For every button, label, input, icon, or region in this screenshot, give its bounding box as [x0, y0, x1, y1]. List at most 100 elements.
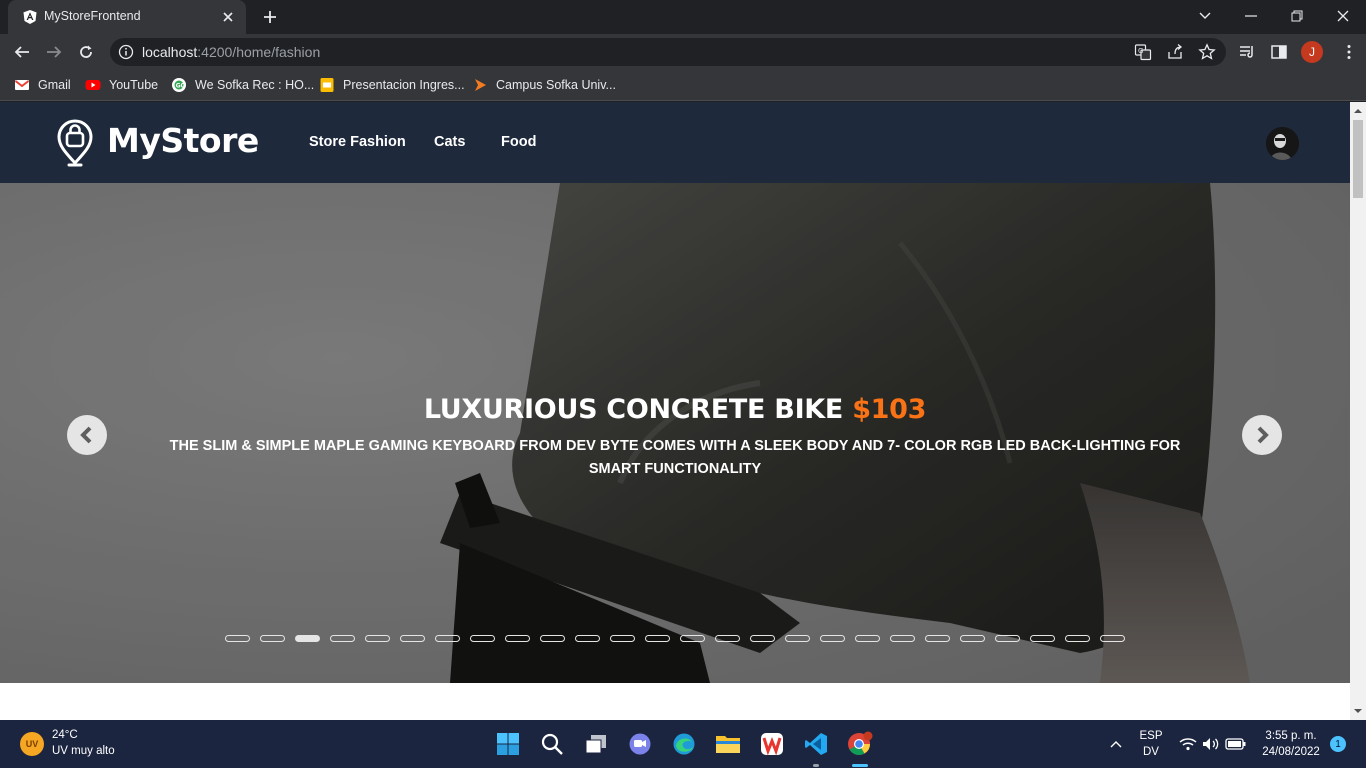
carousel-indicator-19[interactable]: [855, 635, 880, 642]
bookmark-gmail[interactable]: Gmail: [14, 76, 71, 94]
carousel-indicator-6[interactable]: [400, 635, 425, 642]
bookmark-star-icon[interactable]: [1198, 43, 1216, 61]
user-avatar[interactable]: [1266, 127, 1299, 160]
site-info-icon[interactable]: [118, 44, 134, 60]
browser-toolbar: localhost:4200/home/fashion G: [0, 34, 1366, 70]
slide-description: THE SLIM & SIMPLE MAPLE GAMING KEYBOARD …: [169, 438, 1181, 477]
scroll-down-icon[interactable]: [1353, 706, 1363, 716]
restore-icon[interactable]: [1274, 0, 1320, 32]
svg-text:GO: GO: [176, 82, 186, 89]
nav-link-cats[interactable]: Cats: [434, 134, 465, 150]
carousel-indicator-3[interactable]: [295, 635, 320, 642]
clock-time[interactable]: 3:55 p. m.: [1256, 730, 1326, 742]
address-bar[interactable]: localhost:4200/home/fashion G: [110, 38, 1226, 66]
carousel-indicator-21[interactable]: [925, 635, 950, 642]
carousel-indicator-16[interactable]: [750, 635, 775, 642]
carousel-prev-button[interactable]: [67, 415, 107, 455]
carousel-indicator-18[interactable]: [820, 635, 845, 642]
product-price: $103: [852, 394, 927, 425]
task-view-icon[interactable]: [582, 730, 610, 758]
carousel-indicator-17[interactable]: [785, 635, 810, 642]
reading-list-icon[interactable]: [1238, 43, 1256, 61]
weather-desc[interactable]: UV muy alto: [52, 745, 115, 757]
chrome-taskbar-icon[interactable]: [846, 730, 874, 758]
volume-icon[interactable]: [1201, 730, 1221, 758]
svg-text:G: G: [1138, 47, 1143, 55]
new-tab-icon[interactable]: [258, 6, 282, 28]
carousel-indicator-26[interactable]: [1100, 635, 1125, 642]
weather-uv-icon[interactable]: UV: [20, 732, 44, 756]
teams-chat-icon[interactable]: [626, 730, 654, 758]
edge-icon[interactable]: [670, 730, 698, 758]
notification-badge[interactable]: 1: [1330, 736, 1346, 752]
scrollbar-thumb[interactable]: [1353, 120, 1363, 198]
reload-icon[interactable]: [72, 38, 100, 66]
store-brand[interactable]: MyStore: [107, 121, 259, 160]
nav-link-food[interactable]: Food: [501, 134, 536, 150]
nav-link-store-fashion[interactable]: Store Fashion: [309, 134, 406, 150]
vscode-icon[interactable]: [802, 730, 830, 758]
bookmark-presentacion[interactable]: Presentacion Ingres...: [319, 76, 465, 94]
show-hidden-icons-chevron-icon[interactable]: [1104, 730, 1128, 758]
minimize-icon[interactable]: [1228, 0, 1274, 32]
file-explorer-icon[interactable]: [714, 730, 742, 758]
vscode-running-indicator: [813, 764, 819, 767]
carousel-indicator-10[interactable]: [540, 635, 565, 642]
store-logo-icon[interactable]: [56, 119, 94, 167]
clock-date[interactable]: 24/08/2022: [1256, 746, 1326, 758]
carousel-indicator-2[interactable]: [260, 635, 285, 642]
bookmark-youtube[interactable]: YouTube: [85, 76, 158, 94]
carousel-indicator-9[interactable]: [505, 635, 530, 642]
carousel-indicator-25[interactable]: [1065, 635, 1090, 642]
chevron-right-icon: [1257, 426, 1269, 444]
forward-icon[interactable]: [40, 38, 68, 66]
carousel-indicator-5[interactable]: [365, 635, 390, 642]
carousel-next-button[interactable]: [1242, 415, 1282, 455]
carousel-indicator-8[interactable]: [470, 635, 495, 642]
carousel-indicator-15[interactable]: [715, 635, 740, 642]
windows-start-icon[interactable]: [494, 730, 522, 758]
language-indicator[interactable]: ESP: [1138, 730, 1164, 742]
translate-icon[interactable]: G: [1134, 43, 1152, 61]
store-navbar: MyStore Store Fashion Cats Food: [0, 102, 1350, 183]
search-icon[interactable]: [538, 730, 566, 758]
bookmark-sofka-rec[interactable]: GO We Sofka Rec : HO...: [171, 76, 314, 94]
carousel-indicator-22[interactable]: [960, 635, 985, 642]
back-icon[interactable]: [8, 38, 36, 66]
carousel-indicator-14[interactable]: [680, 635, 705, 642]
slide-title: LUXURIOUS CONCRETE BIKE $103: [0, 394, 1350, 425]
chrome-menu-icon[interactable]: [1340, 43, 1358, 61]
wps-office-icon[interactable]: [758, 730, 786, 758]
scroll-up-icon[interactable]: [1353, 106, 1363, 116]
carousel-indicator-1[interactable]: [225, 635, 250, 642]
carousel-indicator-7[interactable]: [435, 635, 460, 642]
url-text[interactable]: localhost:4200/home/fashion: [142, 44, 320, 60]
product-name: LUXURIOUS CONCRETE BIKE: [423, 394, 844, 425]
gmail-icon: [14, 80, 30, 90]
browser-tab[interactable]: MyStoreFrontend: [8, 0, 246, 34]
close-window-icon[interactable]: [1320, 0, 1366, 32]
browser-profile-avatar[interactable]: J: [1301, 41, 1323, 63]
carousel-indicator-23[interactable]: [995, 635, 1020, 642]
carousel-indicator-24[interactable]: [1030, 635, 1055, 642]
keyboard-layout-indicator[interactable]: DV: [1138, 746, 1164, 758]
campus-icon: [475, 79, 486, 91]
carousel-indicator-20[interactable]: [890, 635, 915, 642]
slides-icon: [320, 78, 334, 92]
bookmark-campus-sofka[interactable]: Campus Sofka Univ...: [472, 76, 616, 94]
close-tab-icon[interactable]: [218, 7, 238, 27]
share-icon[interactable]: [1166, 43, 1184, 61]
weather-temp[interactable]: 24°C: [52, 729, 78, 741]
bookmarks-bar: Gmail YouTube GO We Sofka Rec : HO... Pr…: [0, 70, 1366, 101]
carousel-indicator-4[interactable]: [330, 635, 355, 642]
tab-strip: MyStoreFrontend: [0, 0, 1366, 34]
carousel-indicator-11[interactable]: [575, 635, 600, 642]
side-panel-icon[interactable]: [1270, 43, 1288, 61]
battery-icon[interactable]: [1224, 730, 1248, 758]
hero-overlay: [0, 183, 1350, 683]
carousel-indicator-13[interactable]: [645, 635, 670, 642]
tab-search-icon[interactable]: [1182, 0, 1228, 32]
page-scrollbar[interactable]: [1350, 102, 1366, 720]
wifi-icon[interactable]: [1178, 730, 1198, 758]
carousel-indicator-12[interactable]: [610, 635, 635, 642]
